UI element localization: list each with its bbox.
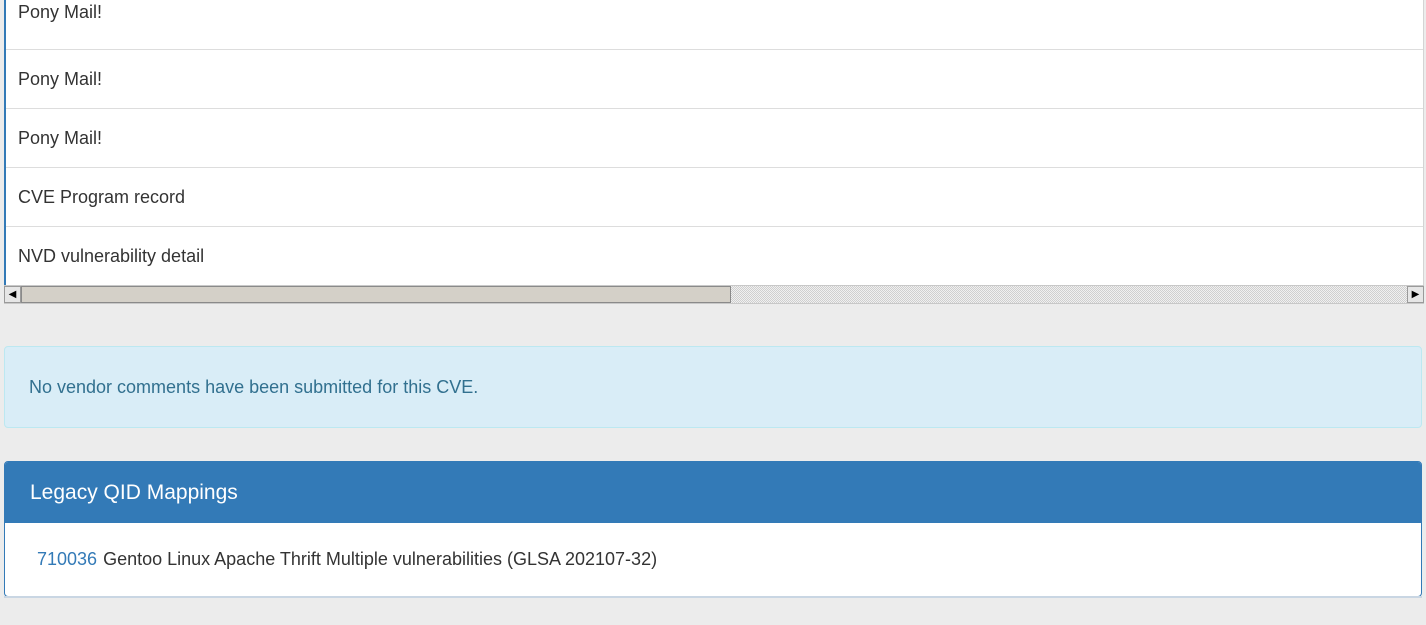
reference-row[interactable]: CVE Program record	[6, 168, 1423, 227]
legacy-qid-panel: Legacy QID Mappings 710036 Gentoo Linux …	[4, 461, 1422, 597]
reference-link[interactable]: CVE Program record	[18, 187, 185, 208]
scroll-left-icon[interactable]: ◀	[4, 286, 21, 303]
qid-entry: 710036 Gentoo Linux Apache Thrift Multip…	[5, 523, 1421, 596]
page: Pony Mail! Pony Mail! Pony Mail! CVE Pro…	[0, 0, 1426, 625]
panel-heading: Legacy QID Mappings	[5, 462, 1421, 523]
reference-row[interactable]: Pony Mail!	[6, 109, 1423, 168]
vendor-comments-message: No vendor comments have been submitted f…	[29, 376, 479, 397]
reference-link[interactable]: NVD vulnerability detail	[18, 246, 204, 267]
scroll-right-icon[interactable]: ▶	[1407, 286, 1424, 303]
reference-link[interactable]: Pony Mail!	[18, 2, 102, 23]
panel-shadow	[4, 596, 1422, 598]
references-table: Pony Mail! Pony Mail! Pony Mail! CVE Pro…	[4, 0, 1424, 285]
panel-title: Legacy QID Mappings	[30, 480, 238, 504]
vendor-comments-alert: No vendor comments have been submitted f…	[4, 346, 1422, 428]
reference-link[interactable]: Pony Mail!	[18, 128, 102, 149]
reference-link[interactable]: Pony Mail!	[18, 69, 102, 90]
horizontal-scrollbar[interactable]: ◀ ▶	[4, 285, 1424, 304]
qid-title: Gentoo Linux Apache Thrift Multiple vuln…	[103, 549, 658, 569]
reference-row[interactable]: NVD vulnerability detail	[6, 227, 1423, 285]
reference-row[interactable]: Pony Mail!	[6, 50, 1423, 109]
scroll-thumb[interactable]	[21, 286, 731, 303]
reference-row[interactable]: Pony Mail!	[6, 0, 1423, 50]
scroll-track[interactable]	[21, 286, 1407, 303]
qid-link[interactable]: 710036	[37, 549, 97, 570]
